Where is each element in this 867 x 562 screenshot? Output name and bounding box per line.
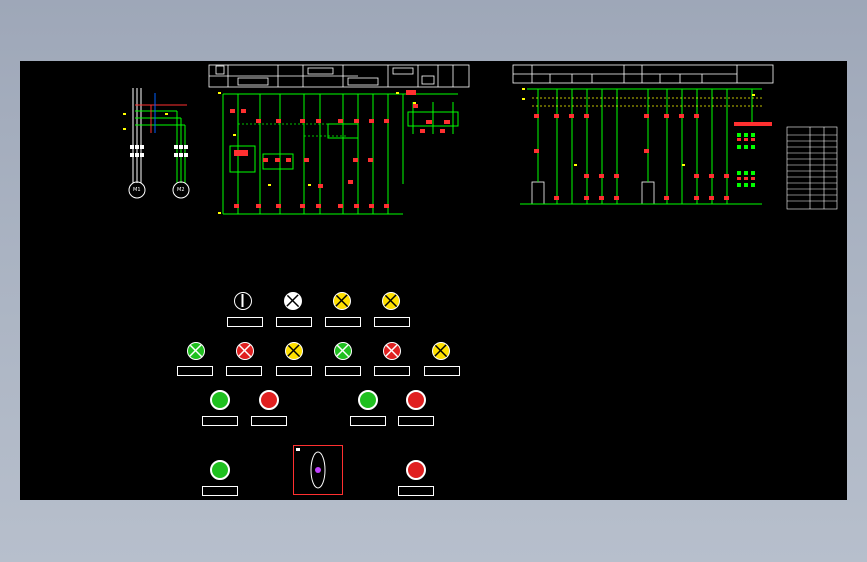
terminal-table [737, 126, 838, 210]
lamp-green-icon [187, 342, 205, 360]
drawing-canvas[interactable]: M1 M2 [20, 61, 847, 500]
joystick-icon[interactable] [293, 445, 343, 495]
lamp-label [276, 366, 312, 376]
lamp-label [226, 366, 262, 376]
button-label [398, 486, 434, 496]
button-red-icon[interactable] [406, 460, 426, 480]
button-label [398, 416, 434, 426]
lamp-yellow-icon [382, 292, 400, 310]
lamp-label [424, 366, 460, 376]
lamp-label [276, 317, 312, 327]
lamp-label [227, 317, 263, 327]
button-green-icon[interactable] [210, 460, 230, 480]
button-green-icon[interactable] [210, 390, 230, 410]
button-red-icon[interactable] [259, 390, 279, 410]
lamp-label [325, 317, 361, 327]
lamp-green-icon [334, 342, 352, 360]
lamp-red-icon [383, 342, 401, 360]
button-label [251, 416, 287, 426]
lamp-yellow-icon [432, 342, 450, 360]
motor-label-m1: M1 [133, 187, 141, 193]
button-label [202, 416, 238, 426]
button-label [350, 416, 386, 426]
motor-label-m2: M2 [177, 187, 185, 193]
selector-icon[interactable] [234, 292, 252, 310]
lamp-label [325, 366, 361, 376]
lamp-yellow-icon [333, 292, 351, 310]
lamp-label [177, 366, 213, 376]
button-red-icon[interactable] [406, 390, 426, 410]
lamp-yellow-icon [285, 342, 303, 360]
button-green-icon[interactable] [358, 390, 378, 410]
lamp-red-icon [236, 342, 254, 360]
lamp-label [374, 366, 410, 376]
button-label [202, 486, 238, 496]
lamp-white-icon [284, 292, 302, 310]
control-circuit-middle [208, 64, 470, 215]
lamp-label [374, 317, 410, 327]
